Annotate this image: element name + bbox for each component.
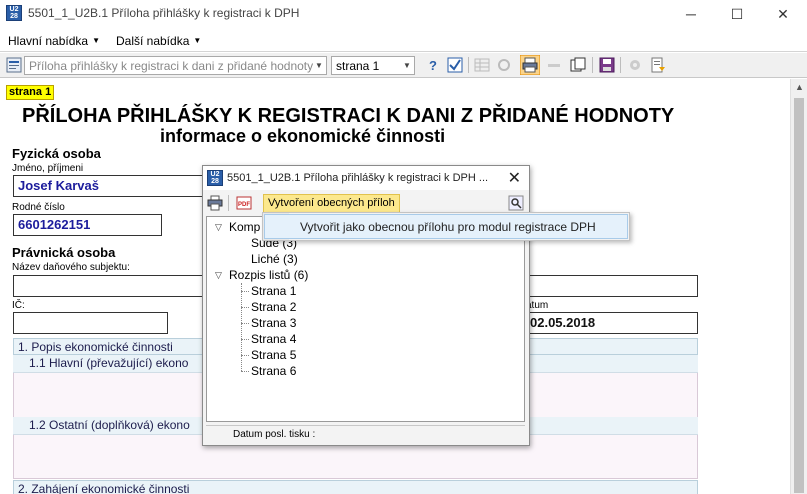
menubar: Hlavní nabídka ▼ Další nabídka ▼ (0, 30, 807, 52)
copy-icon[interactable] (570, 57, 586, 73)
toolbar-separator (620, 57, 621, 73)
ic-field[interactable] (13, 312, 168, 334)
tree-connector (241, 323, 249, 324)
maximize-button[interactable]: ☐ (714, 0, 760, 28)
app-icon: U2 28 (6, 5, 22, 21)
dialog-title: 5501_1_U2B.1 Příloha přihlášky k registr… (227, 172, 489, 184)
tree-connector (241, 371, 249, 372)
close-button[interactable]: ✕ (760, 0, 806, 28)
app-icon: U2 28 (207, 170, 223, 186)
print-dialog: U2 28 5501_1_U2B.1 Příloha přihlášky k re… (202, 165, 530, 446)
menu-label: Hlavní nabídka (8, 33, 89, 48)
form-select[interactable]: Příloha přihlášky k registraci k dani z … (24, 56, 327, 75)
main-toolbar: Příloha přihlášky k registraci k dani z … (0, 53, 807, 78)
save-icon[interactable] (599, 57, 615, 73)
window-title: 5501_1_U2B.1 Příloha přihlášky k registr… (28, 6, 300, 20)
toolbar-separator (592, 57, 593, 73)
rodne-cislo-label: Rodné číslo (12, 202, 65, 213)
create-attachment-menu: Vytvořit jako obecnou přílohu pro modul … (262, 212, 630, 241)
create-attachments-button[interactable]: Vytvoření obecných příloh (263, 194, 400, 213)
ic-label: IČ: (12, 300, 25, 311)
print-icon[interactable] (207, 195, 223, 211)
page-tree: ▽ Komp Sudé (3) Liché (3) ▽ Rozpis listů… (206, 216, 525, 422)
menu-dalsi-nabidka[interactable]: Další nabídka ▼ (108, 30, 209, 52)
print-icon[interactable] (520, 55, 540, 75)
window-titlebar: U2 28 5501_1_U2B.1 Příloha přihlášky k re… (0, 0, 807, 28)
scroll-up-icon[interactable]: ▲ (791, 79, 807, 96)
grid-icon[interactable] (474, 57, 490, 73)
scroll-thumb[interactable] (794, 98, 804, 493)
pravnicka-osoba-heading: Právnická osoba (12, 245, 116, 260)
check-icon[interactable] (447, 57, 463, 73)
chevron-down-icon[interactable]: ▽ (215, 270, 222, 281)
tree-connector (241, 339, 249, 340)
tree-node-page[interactable]: Strana 6 (251, 364, 296, 378)
svg-text:PDF: PDF (238, 202, 250, 208)
page-select[interactable]: strana 1 ▼ (331, 56, 415, 75)
export-icon[interactable] (650, 57, 666, 73)
menu-item-label: Vytvořit jako obecnou přílohu pro modul … (300, 220, 596, 234)
datum-field[interactable]: 02.05.2018 (526, 312, 698, 334)
tree-connector (241, 355, 249, 356)
dialog-titlebar: U2 28 5501_1_U2B.1 Příloha přihlášky k re… (203, 166, 529, 190)
form-heading: PŘÍLOHA PŘIHLÁŠKY K REGISTRACI K DANI Z … (22, 105, 675, 127)
form-subheading: informace o ekonomické činnosti (160, 126, 446, 146)
jmeno-field[interactable]: Josef Karvaš (13, 175, 213, 197)
svg-text:?: ? (429, 58, 437, 73)
tree-connector (241, 291, 249, 292)
chevron-down-icon: ▼ (403, 61, 411, 70)
tree-node-rozpis-listu[interactable]: Rozpis listů (6) (229, 268, 308, 282)
tree-connector (241, 283, 242, 371)
dialog-close-button[interactable]: ✕ (508, 168, 521, 188)
last-print-date-label: Datum posl. tisku : (233, 429, 316, 440)
minimize-button[interactable]: ─ (668, 0, 714, 28)
preview-icon[interactable] (508, 195, 524, 211)
section-2-header: 2. Zahájení ekonomické činnosti (13, 480, 698, 494)
nazev-label: Název daňového subjektu: (12, 262, 130, 273)
chevron-down-icon: ▼ (315, 61, 323, 70)
rodne-cislo-field[interactable]: 6601262151 (13, 214, 162, 236)
tree-node-page[interactable]: Strana 2 (251, 300, 296, 314)
form-icon[interactable] (6, 57, 22, 73)
status-separator (206, 425, 525, 426)
tree-node-liche[interactable]: Liché (3) (251, 252, 298, 266)
tree-node-page[interactable]: Strana 3 (251, 316, 296, 330)
page-select-value: strana 1 (336, 59, 380, 73)
minus-icon[interactable] (546, 57, 562, 73)
pdf-icon[interactable]: PDF (236, 195, 252, 211)
refresh-icon[interactable] (496, 57, 512, 73)
page-tag: strana 1 (6, 85, 55, 100)
fyzicka-osoba-heading: Fyzická osoba (12, 146, 101, 161)
caret-down-icon: ▼ (193, 36, 202, 45)
toolbar-separator (228, 195, 229, 211)
vertical-scrollbar[interactable]: ▲ (790, 79, 807, 494)
caret-down-icon: ▼ (92, 36, 100, 45)
tree-node-page[interactable]: Strana 5 (251, 348, 296, 362)
jmeno-label: Jméno, příjmeni (12, 163, 84, 174)
toolbar-separator (468, 57, 469, 73)
form-select-value: Příloha přihlášky k registraci k dani z … (29, 59, 314, 73)
help-icon[interactable]: ? (425, 57, 441, 73)
chevron-down-icon[interactable]: ▽ (215, 222, 222, 233)
menu-hlavni-nabidka[interactable]: Hlavní nabídka ▼ (0, 30, 108, 52)
tree-connector (241, 307, 249, 308)
tree-node-page[interactable]: Strana 4 (251, 332, 296, 346)
menu-item-create-general-attachment[interactable]: Vytvořit jako obecnou přílohu pro modul … (264, 214, 628, 239)
tree-node-page[interactable]: Strana 1 (251, 284, 296, 298)
menu-label: Další nabídka (115, 33, 190, 48)
gear-icon[interactable] (627, 57, 643, 73)
tree-node-komp[interactable]: Komp (229, 220, 260, 234)
